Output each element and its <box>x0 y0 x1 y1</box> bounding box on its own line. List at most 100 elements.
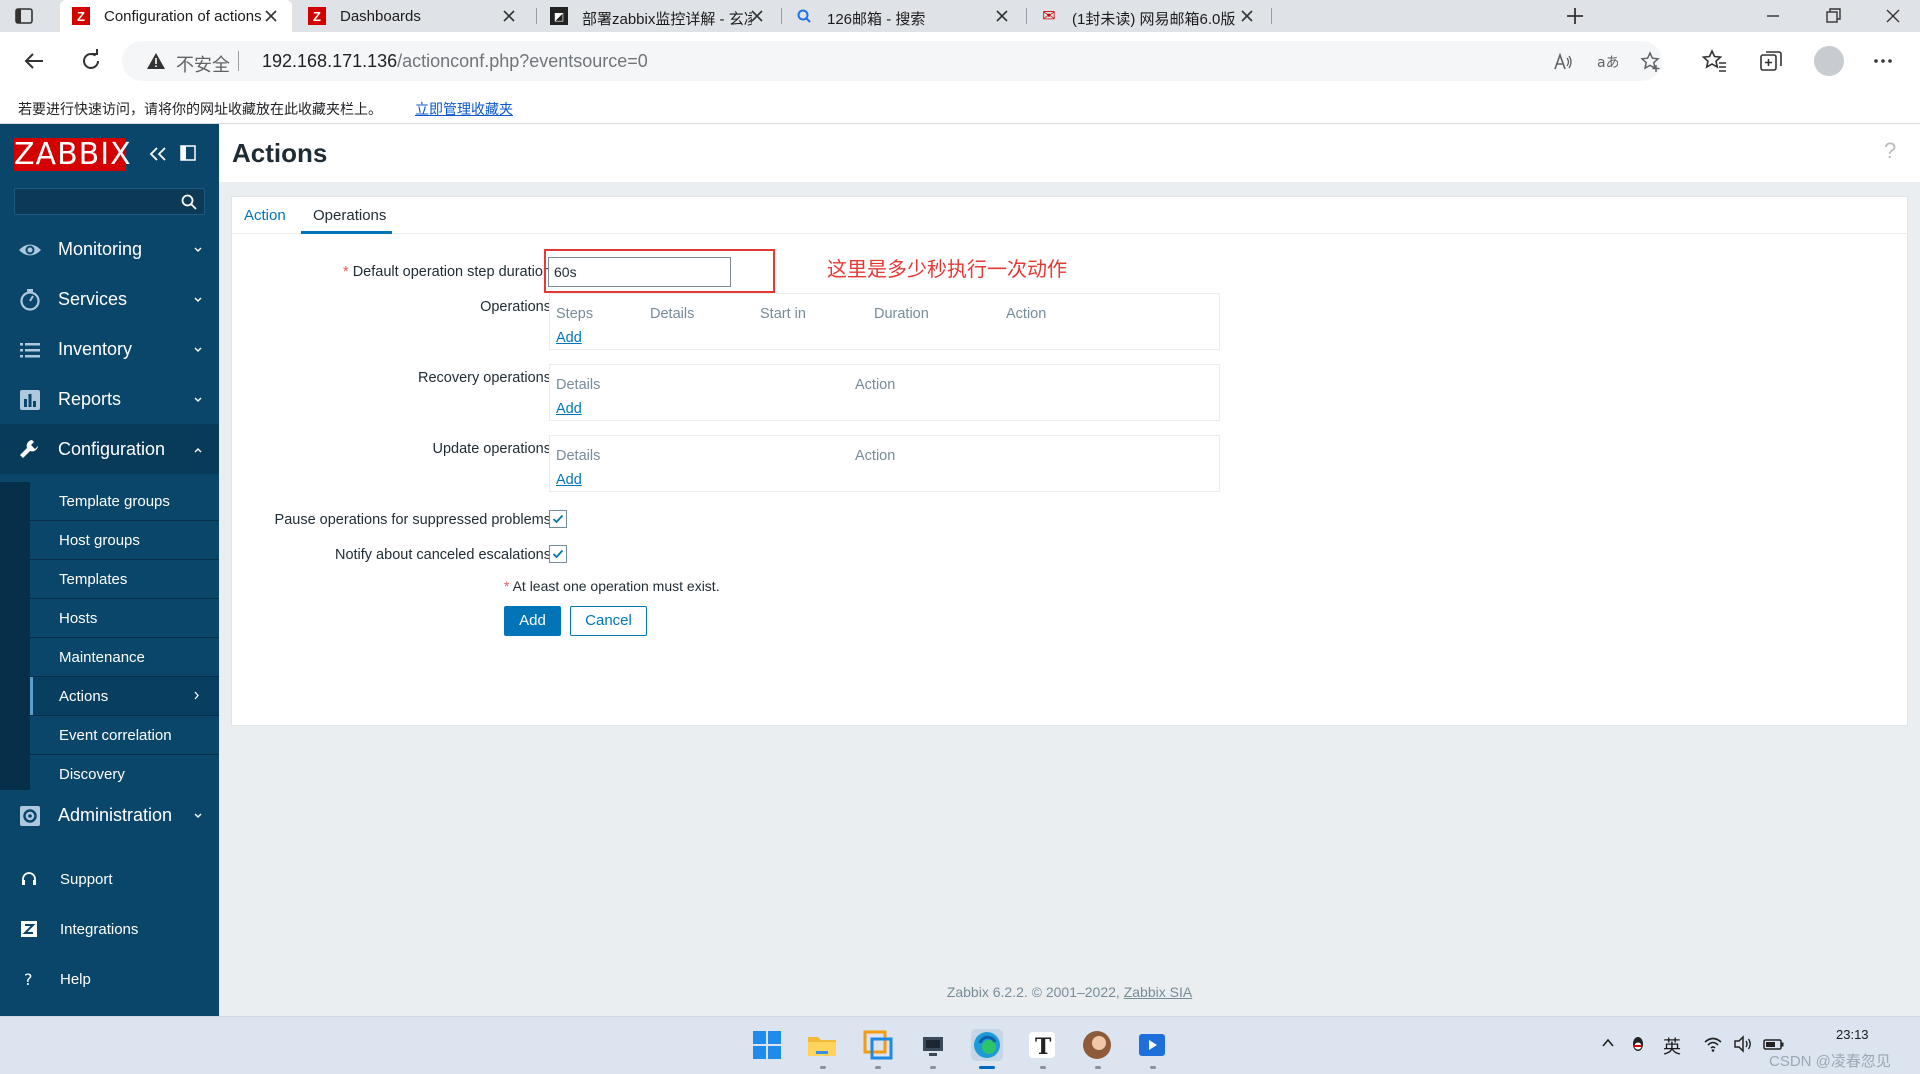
warning-icon[interactable] <box>146 51 166 71</box>
menu-monitoring[interactable]: Monitoring <box>0 224 219 274</box>
browser-tab-search[interactable]: 126邮箱 - 搜索 <box>783 0 1023 32</box>
add-operation-link[interactable]: Add <box>556 330 582 346</box>
address-toolbar: 不安全 192.168.171.136/actionconf.php?event… <box>0 32 1920 90</box>
favorites-icon[interactable] <box>1702 48 1728 74</box>
media-player-icon[interactable] <box>1136 1029 1168 1061</box>
chevron-down-icon <box>193 245 203 255</box>
browser-tab-blog[interactable]: ◩ 部署zabbix监控详解 - 玄凌道人 <box>538 0 778 32</box>
input-method-indicator[interactable]: 英 <box>1663 1033 1681 1059</box>
menu-label: Reports <box>58 389 122 409</box>
volume-icon[interactable] <box>1733 1035 1753 1053</box>
active-indicator <box>979 1066 995 1069</box>
svg-text:aあ: aあ <box>1597 55 1618 71</box>
wifi-icon[interactable] <box>1703 1035 1723 1053</box>
submenu-template-groups[interactable]: Template groups <box>30 482 219 520</box>
menu-support[interactable]: Support <box>0 858 219 902</box>
close-icon[interactable] <box>262 7 280 25</box>
add-button[interactable]: Add <box>504 606 561 636</box>
new-tab-icon[interactable] <box>1563 4 1587 28</box>
column-header: Start in <box>760 306 806 322</box>
profile-avatar[interactable] <box>1814 46 1844 76</box>
close-icon[interactable] <box>993 7 1011 25</box>
menu-help[interactable]: ? Help <box>0 958 219 1002</box>
search-icon <box>795 7 813 25</box>
menu-configuration[interactable]: Configuration <box>0 424 219 474</box>
headset-icon <box>20 870 38 888</box>
search-icon[interactable] <box>180 193 198 211</box>
menu-integrations[interactable]: Integrations <box>0 908 219 952</box>
menu-inventory[interactable]: Inventory <box>0 324 219 374</box>
pause-suppressed-label: Pause operations for suppressed problems <box>274 512 551 528</box>
back-icon[interactable] <box>22 48 48 74</box>
submenu-actions[interactable]: Actions <box>30 677 219 715</box>
system-clock[interactable]: 23:13 <box>1836 1027 1869 1042</box>
tab-operations[interactable]: Operations <box>313 207 386 224</box>
chevron-down-icon <box>193 345 203 355</box>
svg-text:?: ? <box>24 970 33 988</box>
column-header: Action <box>1006 306 1047 322</box>
submenu-hosts[interactable]: Hosts <box>30 599 219 637</box>
avatar-app-icon[interactable] <box>1081 1029 1113 1061</box>
edge-browser-icon[interactable] <box>971 1029 1003 1061</box>
list-icon <box>18 338 42 362</box>
close-icon[interactable] <box>500 7 518 25</box>
submenu-discovery[interactable]: Discovery <box>30 755 219 793</box>
collapse-sidebar-icon[interactable] <box>148 144 168 164</box>
submenu-label: Event correlation <box>59 727 172 744</box>
add-update-operation-link[interactable]: Add <box>556 472 582 488</box>
submenu-event-correlation[interactable]: Event correlation <box>30 716 219 754</box>
hint-text: At least one operation must exist. <box>512 578 720 594</box>
terminal-app-icon[interactable] <box>917 1029 949 1061</box>
menu-services[interactable]: Services <box>0 274 219 324</box>
submenu-maintenance[interactable]: Maintenance <box>30 638 219 676</box>
translate-icon[interactable]: aあ <box>1596 51 1618 73</box>
collections-icon[interactable] <box>1758 48 1784 74</box>
file-explorer-icon[interactable] <box>806 1029 838 1061</box>
pause-suppressed-checkbox[interactable] <box>549 510 567 528</box>
url-bar[interactable]: 不安全 192.168.171.136/actionconf.php?event… <box>122 41 1662 81</box>
recovery-operations-table: Details Action Add <box>549 364 1220 421</box>
tab-action[interactable]: Action <box>244 207 286 224</box>
typora-icon[interactable]: T <box>1026 1029 1058 1061</box>
close-window-icon[interactable] <box>1883 6 1903 26</box>
browser-tab-configuration[interactable]: Z Configuration of actions <box>60 0 292 32</box>
minimize-icon[interactable] <box>1763 6 1783 26</box>
read-aloud-icon[interactable] <box>1552 51 1574 73</box>
more-options-icon[interactable] <box>1870 48 1896 74</box>
menu-label: Integrations <box>60 921 139 938</box>
browser-tab-dashboards[interactable]: Z Dashboards <box>296 0 530 32</box>
help-icon[interactable]: ? <box>1884 138 1904 164</box>
start-icon[interactable] <box>751 1029 783 1061</box>
insecure-label[interactable]: 不安全 <box>176 51 230 77</box>
submenu-templates[interactable]: Templates <box>30 560 219 598</box>
refresh-icon[interactable] <box>78 48 104 74</box>
operations-label: Operations <box>480 299 551 315</box>
add-favorite-icon[interactable] <box>1640 51 1662 73</box>
virtual-machine-icon[interactable] <box>862 1029 894 1061</box>
menu-label: Help <box>60 971 91 988</box>
qq-icon[interactable] <box>1629 1035 1647 1053</box>
restore-icon[interactable] <box>1823 6 1843 26</box>
zabbix-logo[interactable]: ZABBIX <box>14 138 131 172</box>
menu-reports[interactable]: Reports <box>0 374 219 424</box>
submenu-host-groups[interactable]: Host groups <box>30 521 219 559</box>
update-operations-table: Details Action Add <box>549 435 1220 492</box>
notify-canceled-checkbox[interactable] <box>549 545 567 563</box>
add-recovery-operation-link[interactable]: Add <box>556 401 582 417</box>
close-icon[interactable] <box>748 7 766 25</box>
cancel-button[interactable]: Cancel <box>570 606 647 636</box>
url-text[interactable]: 192.168.171.136/actionconf.php?eventsour… <box>262 51 648 72</box>
close-icon[interactable] <box>1238 7 1256 25</box>
manage-favorites-link[interactable]: 立即管理收藏夹 <box>415 99 513 119</box>
kiosk-mode-icon[interactable] <box>179 144 197 162</box>
chevron-down-icon <box>193 811 203 821</box>
submenu-label: Discovery <box>59 766 125 783</box>
browser-tab-strip: Z Configuration of actions Z Dashboards … <box>0 0 1920 32</box>
tray-overflow-icon[interactable] <box>1600 1035 1616 1051</box>
browser-tab-mail[interactable]: ✉ (1封未读) 网易邮箱6.0版 <box>1028 0 1268 32</box>
zabbix-sia-link[interactable]: Zabbix SIA <box>1124 984 1192 1000</box>
tab-actions-icon[interactable] <box>14 6 34 26</box>
menu-administration[interactable]: Administration <box>0 790 219 840</box>
favorites-bar: 若要进行快速访问，请将你的网址收藏放在此收藏夹栏上。 立即管理收藏夹 <box>0 90 1920 124</box>
sidebar-search-input[interactable] <box>14 188 205 215</box>
